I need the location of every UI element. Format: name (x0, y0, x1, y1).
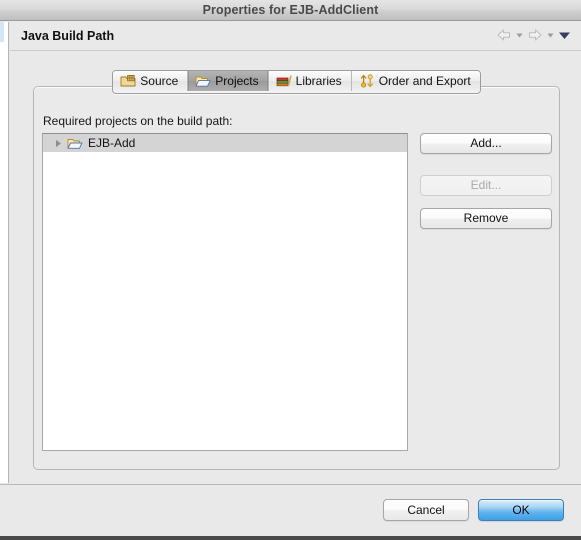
forward-history-caret-down-icon[interactable] (546, 28, 555, 42)
tab-panel-projects: Required projects on the build path: EJB… (33, 86, 560, 470)
title-bar[interactable]: Properties for EJB-AddClient (0, 0, 581, 21)
required-projects-tree[interactable]: EJB-Add (42, 133, 408, 451)
tab-order-and-export[interactable]: Order and Export (351, 71, 480, 91)
open-folder-icon (195, 74, 211, 88)
cancel-button[interactable]: Cancel (383, 499, 469, 521)
edit-button: Edit... (420, 175, 552, 196)
tab-strip: Source Projects Libraries Order and Expo… (33, 70, 560, 94)
dialog-left-margin (0, 22, 9, 483)
tab-label: Source (140, 74, 179, 88)
source-folder-icon (120, 74, 136, 88)
tab-label: Projects (215, 74, 259, 88)
required-projects-label: Required projects on the build path: (43, 114, 233, 128)
tab-libraries[interactable]: Libraries (268, 71, 352, 91)
collapsed-triangle-icon[interactable] (53, 138, 64, 149)
page-title: Java Build Path (21, 29, 115, 43)
order-export-icon (359, 74, 375, 88)
window-title: Properties for EJB-AddClient (202, 3, 379, 17)
side-button-group: Add... Edit... Remove (420, 133, 552, 229)
tab-label: Order and Export (378, 74, 471, 88)
tree-row[interactable]: EJB-Add (43, 134, 407, 152)
arrow-left-icon[interactable] (495, 27, 513, 43)
dialog-footer: Cancel OK (0, 484, 581, 540)
tree-item-label: EJB-Add (88, 136, 136, 150)
dialog-body: Java Build Path Required projects on the… (10, 22, 581, 483)
remove-button[interactable]: Remove (420, 208, 552, 229)
books-stack-icon (276, 74, 292, 88)
triangle-down-icon[interactable] (557, 27, 572, 43)
ok-button[interactable]: OK (478, 499, 564, 521)
add-button[interactable]: Add... (420, 133, 552, 154)
tabs-container: Source Projects Libraries Order and Expo… (112, 70, 481, 94)
page-header: Java Build Path (10, 22, 581, 51)
navigation-toolbar (495, 27, 572, 43)
properties-dialog: Properties for EJB-AddClient Java Build … (0, 0, 581, 540)
tab-source[interactable]: Source (113, 71, 189, 91)
arrow-right-icon[interactable] (526, 27, 544, 43)
background-selection-sliver (0, 22, 4, 42)
open-folder-icon (67, 137, 83, 150)
tab-projects[interactable]: Projects (188, 71, 269, 91)
back-history-caret-down-icon[interactable] (515, 28, 524, 42)
tab-folder: Required projects on the build path: EJB… (33, 70, 560, 470)
tab-label: Libraries (295, 74, 342, 88)
footer-button-group: Cancel OK (383, 499, 564, 521)
